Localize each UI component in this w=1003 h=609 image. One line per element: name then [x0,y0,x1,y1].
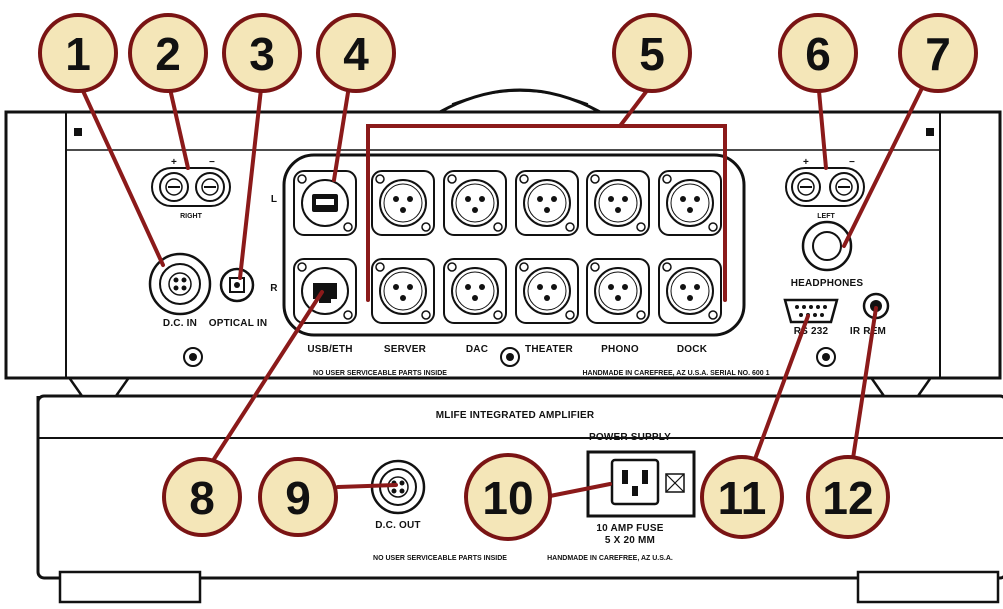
right-speaker-terminals[interactable] [151,167,231,207]
right-minus-sign: − [209,157,215,168]
usb-port[interactable] [293,170,357,236]
input-label-dock: DOCK [677,344,708,355]
xlr-right-theater[interactable] [515,258,579,324]
callout-12: 12 [806,455,890,539]
svg-text:1: 1 [65,28,91,80]
power-supply-label: POWER SUPPLY [589,432,671,443]
xlr-right-server[interactable] [371,258,435,324]
dc-out-label: D.C. OUT [375,520,421,531]
ethernet-port[interactable] [293,258,357,324]
svg-text:6: 6 [805,28,831,80]
callout-5: 5 [612,13,692,93]
rs232-port[interactable] [783,298,839,324]
xlr-left-phono[interactable] [586,170,650,236]
left-terminal-label: LEFT [817,213,835,220]
callout-10: 10 [464,453,552,541]
svg-text:2: 2 [155,28,181,80]
xlr-left-server[interactable] [371,170,435,236]
lower-notice-right: HANDMADE IN CAREFREE, AZ U.S.A. [547,555,673,562]
callout-4: 4 [316,13,396,93]
input-label-theater: THEATER [525,344,573,355]
callout-11: 11 [700,455,784,539]
upper-notice-left: NO USER SERVICEABLE PARTS INSIDE [313,370,447,377]
input-label-server: SERVER [384,344,427,355]
xlr-left-theater[interactable] [515,170,579,236]
right-terminal-label: RIGHT [180,213,203,220]
callout-7: 7 [898,13,978,93]
svg-text:11: 11 [718,472,767,524]
svg-text:9: 9 [285,472,311,524]
optical-in-port[interactable] [219,267,255,303]
callout-3: 3 [222,13,302,93]
input-label-usb-eth: USB/ETH [307,344,352,355]
input-label-phono: PHONO [601,344,639,355]
right-plus-sign: + [171,157,177,168]
svg-text:10: 10 [482,472,533,524]
model-name: MLIFE INTEGRATED AMPLIFIER [436,410,595,421]
xlr-right-phono[interactable] [586,258,650,324]
amplifier-rear-panel-diagram: MLIFE INTEGRATED AMPLIFIER POWER SUPPLY … [4,13,1003,604]
dc-in-label: D.C. IN [163,318,197,329]
svg-text:4: 4 [343,28,369,80]
left-speaker-terminals[interactable] [785,167,865,207]
fuse-size: 5 X 20 MM [605,535,655,546]
callout-2: 2 [128,13,208,93]
svg-text:3: 3 [249,28,275,80]
dc-in-connector[interactable] [148,252,212,316]
svg-text:5: 5 [639,28,665,80]
xlr-left-dock[interactable] [658,170,722,236]
xlr-right-dac[interactable] [443,258,507,324]
ir-rem-label: IR REM [850,326,886,337]
callout-1: 1 [38,13,118,93]
xlr-left-dac[interactable] [443,170,507,236]
upper-notice-right: HANDMADE IN CAREFREE, AZ U.S.A. SERIAL N… [582,370,769,377]
svg-text:12: 12 [822,472,873,524]
row-marker-right: R [270,283,278,294]
callout-8: 8 [162,457,242,537]
left-minus-sign: − [849,157,855,168]
headphones-label: HEADPHONES [791,278,864,289]
xlr-right-dock[interactable] [658,258,722,324]
lower-notice-left: NO USER SERVICEABLE PARTS INSIDE [373,555,507,562]
callout-6: 6 [778,13,858,93]
left-plus-sign: + [803,157,809,168]
callout-9: 9 [258,457,338,537]
row-marker-left: L [271,194,277,205]
fuse-rating: 10 AMP FUSE [596,523,663,534]
input-label-dac: DAC [466,344,488,355]
svg-text:8: 8 [189,472,215,524]
svg-text:7: 7 [925,28,951,80]
optical-in-label: OPTICAL IN [209,318,267,329]
